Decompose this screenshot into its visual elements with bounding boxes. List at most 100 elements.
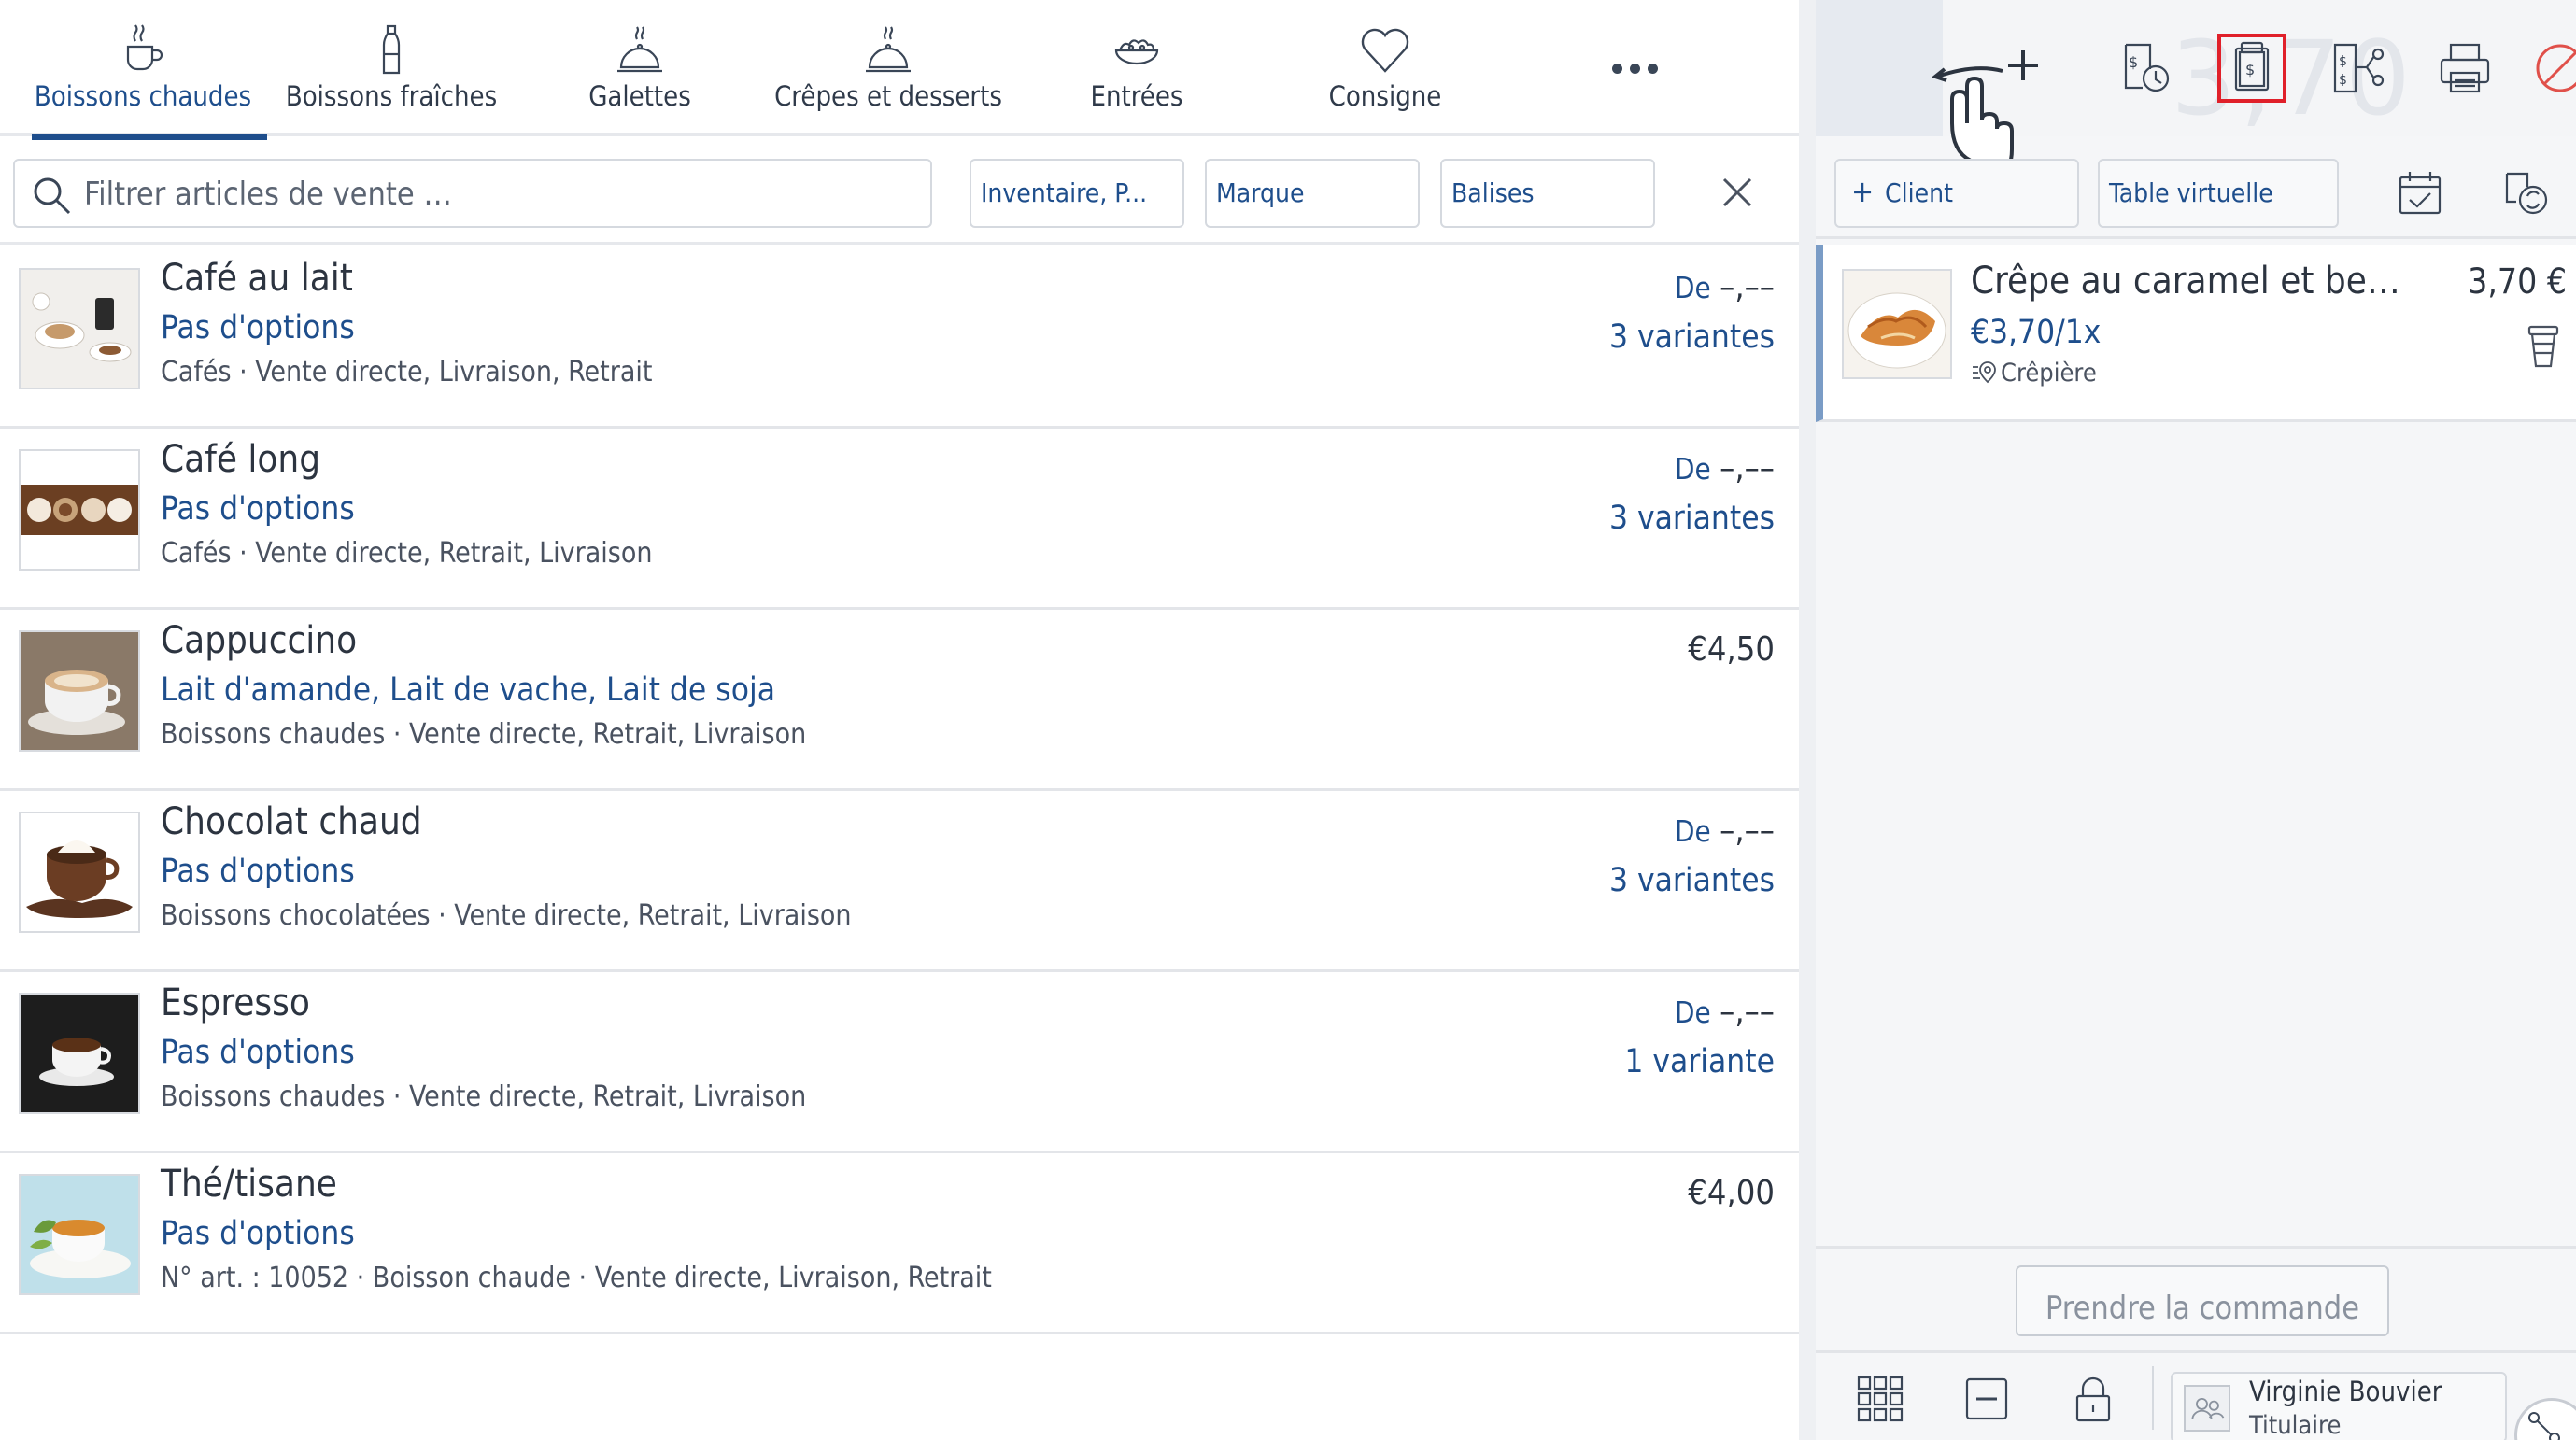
heart-icon	[1357, 22, 1413, 78]
client-bar: + Client Table virtuelle	[1816, 146, 2576, 239]
article-list: Café au lait Pas d'options Cafés · Vente…	[0, 247, 1799, 1334]
take-order-button[interactable]: Prendre la commande	[2016, 1265, 2389, 1336]
category-tabs: Boissons chaudes Boissons fraîches Galet…	[0, 0, 1799, 140]
tab-label: Entrées	[1090, 80, 1183, 112]
hot-cup-icon	[115, 22, 171, 78]
svg-text:$: $	[2129, 53, 2138, 71]
lock-icon[interactable]	[2066, 1372, 2120, 1426]
article-name: Café au lait	[161, 257, 353, 300]
minus-icon[interactable]	[1960, 1372, 2014, 1426]
svg-text:$: $	[2245, 61, 2255, 78]
article-variants: 3 variantes	[1608, 862, 1775, 899]
article-price: De –,––	[1675, 268, 1775, 306]
add-client-button[interactable]: + Client	[1834, 159, 2079, 228]
takeaway-cup-icon[interactable]	[2524, 323, 2563, 370]
article-meta: Cafés · Vente directe, Retrait, Livraiso…	[161, 537, 653, 570]
list-item[interactable]: Thé/tisane Pas d'options N° art. : 10052…	[0, 1153, 1799, 1334]
pane-divider[interactable]	[1799, 0, 1816, 1440]
user-role: Titulaire	[2249, 1411, 2342, 1440]
order-item-unit-price: €3,70/1x	[1971, 314, 2102, 351]
article-price: De –,––	[1675, 812, 1775, 850]
article-price: De –,––	[1675, 993, 1775, 1031]
list-item[interactable]: Café au lait Pas d'options Cafés · Vente…	[0, 247, 1799, 429]
split-receipt-icon[interactable]: $ $	[2326, 35, 2391, 101]
virtual-table-button[interactable]: Table virtuelle	[2098, 159, 2339, 228]
article-meta: Boissons chaudes · Vente directe, Retrai…	[161, 1080, 807, 1113]
article-name: Cappuccino	[161, 619, 358, 662]
article-options: Lait d'amande, Lait de vache, Lait de so…	[161, 671, 776, 709]
tab-label: Boissons chaudes	[34, 80, 252, 112]
grid-icon[interactable]	[1853, 1372, 1907, 1426]
bottom-bar: Virginie Bouvier Titulaire	[1816, 1350, 2576, 1440]
tab-boissons-fraiches[interactable]: Boissons fraîches	[267, 0, 516, 136]
order-item[interactable]: Crêpe au caramel et beurre... 3,70 € €3,…	[1816, 245, 2576, 422]
article-variants: 1 variante	[1624, 1043, 1775, 1080]
receipt-clipboard-icon[interactable]: $	[2217, 34, 2286, 103]
location-pin-icon	[1971, 360, 1997, 386]
article-options: Pas d'options	[161, 853, 355, 890]
cancel-icon[interactable]	[2527, 35, 2576, 101]
article-name: Chocolat chaud	[161, 800, 422, 843]
tab-boissons-chaudes[interactable]: Boissons chaudes	[19, 0, 267, 140]
article-price: €4,50	[1688, 630, 1775, 669]
article-options: Pas d'options	[161, 490, 355, 528]
salad-icon	[1109, 22, 1165, 78]
cloche-icon	[860, 22, 916, 78]
product-image	[19, 993, 140, 1114]
product-image	[19, 1174, 140, 1295]
order-list: Crêpe au caramel et beurre... 3,70 € €3,…	[1816, 245, 2576, 422]
tab-consigne[interactable]: Consigne	[1261, 0, 1509, 136]
plus-icon: +	[1851, 174, 1875, 209]
article-meta: N° art. : 10052 · Boisson chaude · Vente…	[161, 1262, 992, 1294]
order-pane: 3,70 $ $ $ $ + Client Table virtuelle Cr…	[1816, 0, 2576, 1440]
article-meta: Boissons chocolatées · Vente directe, Re…	[161, 899, 852, 932]
product-image	[19, 630, 140, 752]
search-box[interactable]	[13, 159, 932, 228]
tab-label: Galettes	[588, 80, 691, 112]
tab-entrees[interactable]: Entrées	[1012, 0, 1261, 136]
more-categories-icon[interactable]	[1599, 45, 1670, 92]
bottle-icon	[363, 22, 419, 78]
tab-galettes[interactable]: Galettes	[516, 0, 764, 136]
svg-text:$: $	[2339, 73, 2347, 88]
avatar	[2184, 1385, 2230, 1432]
article-meta: Boissons chaudes · Vente directe, Retrai…	[161, 718, 807, 751]
user-switch-button[interactable]: Virginie Bouvier Titulaire	[2171, 1372, 2507, 1440]
article-name: Espresso	[161, 981, 310, 1024]
list-item[interactable]: Espresso Pas d'options Boissons chaudes …	[0, 972, 1799, 1153]
tab-label: Consigne	[1328, 80, 1442, 112]
order-footer: Prendre la commande	[1816, 1246, 2576, 1348]
article-variants: 3 variantes	[1608, 318, 1775, 356]
article-name: Thé/tisane	[161, 1163, 337, 1206]
inventory-filter[interactable]: Inventaire, P...	[970, 159, 1184, 228]
tags-filter[interactable]: Balises	[1440, 159, 1655, 228]
product-image	[1842, 269, 1952, 379]
order-item-price: 3,70 €	[2468, 261, 2567, 302]
order-item-name: Crêpe au caramel et beurre...	[1971, 260, 2410, 303]
article-options: Pas d'options	[161, 309, 355, 346]
clock-receipt-icon[interactable]: $	[2113, 35, 2178, 101]
order-toolbar: 3,70 $ $ $ $	[1816, 0, 2576, 184]
calendar-check-icon[interactable]	[2395, 168, 2445, 219]
article-options: Pas d'options	[161, 1215, 355, 1252]
printer-icon[interactable]	[2432, 35, 2498, 101]
network-icon[interactable]	[2514, 1398, 2576, 1440]
product-image	[19, 449, 140, 571]
brand-filter[interactable]: Marque	[1205, 159, 1420, 228]
filter-bar: Inventaire, P... Marque Balises	[0, 140, 1799, 245]
tab-label: Boissons fraîches	[285, 80, 498, 112]
search-input[interactable]	[84, 170, 906, 219]
list-item[interactable]: Chocolat chaud Pas d'options Boissons ch…	[0, 791, 1799, 972]
article-price: De –,––	[1675, 449, 1775, 487]
close-icon[interactable]	[1715, 170, 1760, 215]
search-icon	[30, 174, 73, 217]
transfer-order-icon[interactable]	[2501, 168, 2552, 219]
cloche-icon	[612, 22, 668, 78]
user-name: Virginie Bouvier	[2249, 1376, 2442, 1407]
article-name: Café long	[161, 438, 321, 481]
list-item[interactable]: Café long Pas d'options Cafés · Vente di…	[0, 429, 1799, 610]
product-image	[19, 268, 140, 389]
list-item[interactable]: Cappuccino Lait d'amande, Lait de vache,…	[0, 610, 1799, 791]
tab-crepes-desserts[interactable]: Crêpes et desserts	[764, 0, 1012, 136]
order-item-location: Crêpière	[1971, 359, 2097, 388]
